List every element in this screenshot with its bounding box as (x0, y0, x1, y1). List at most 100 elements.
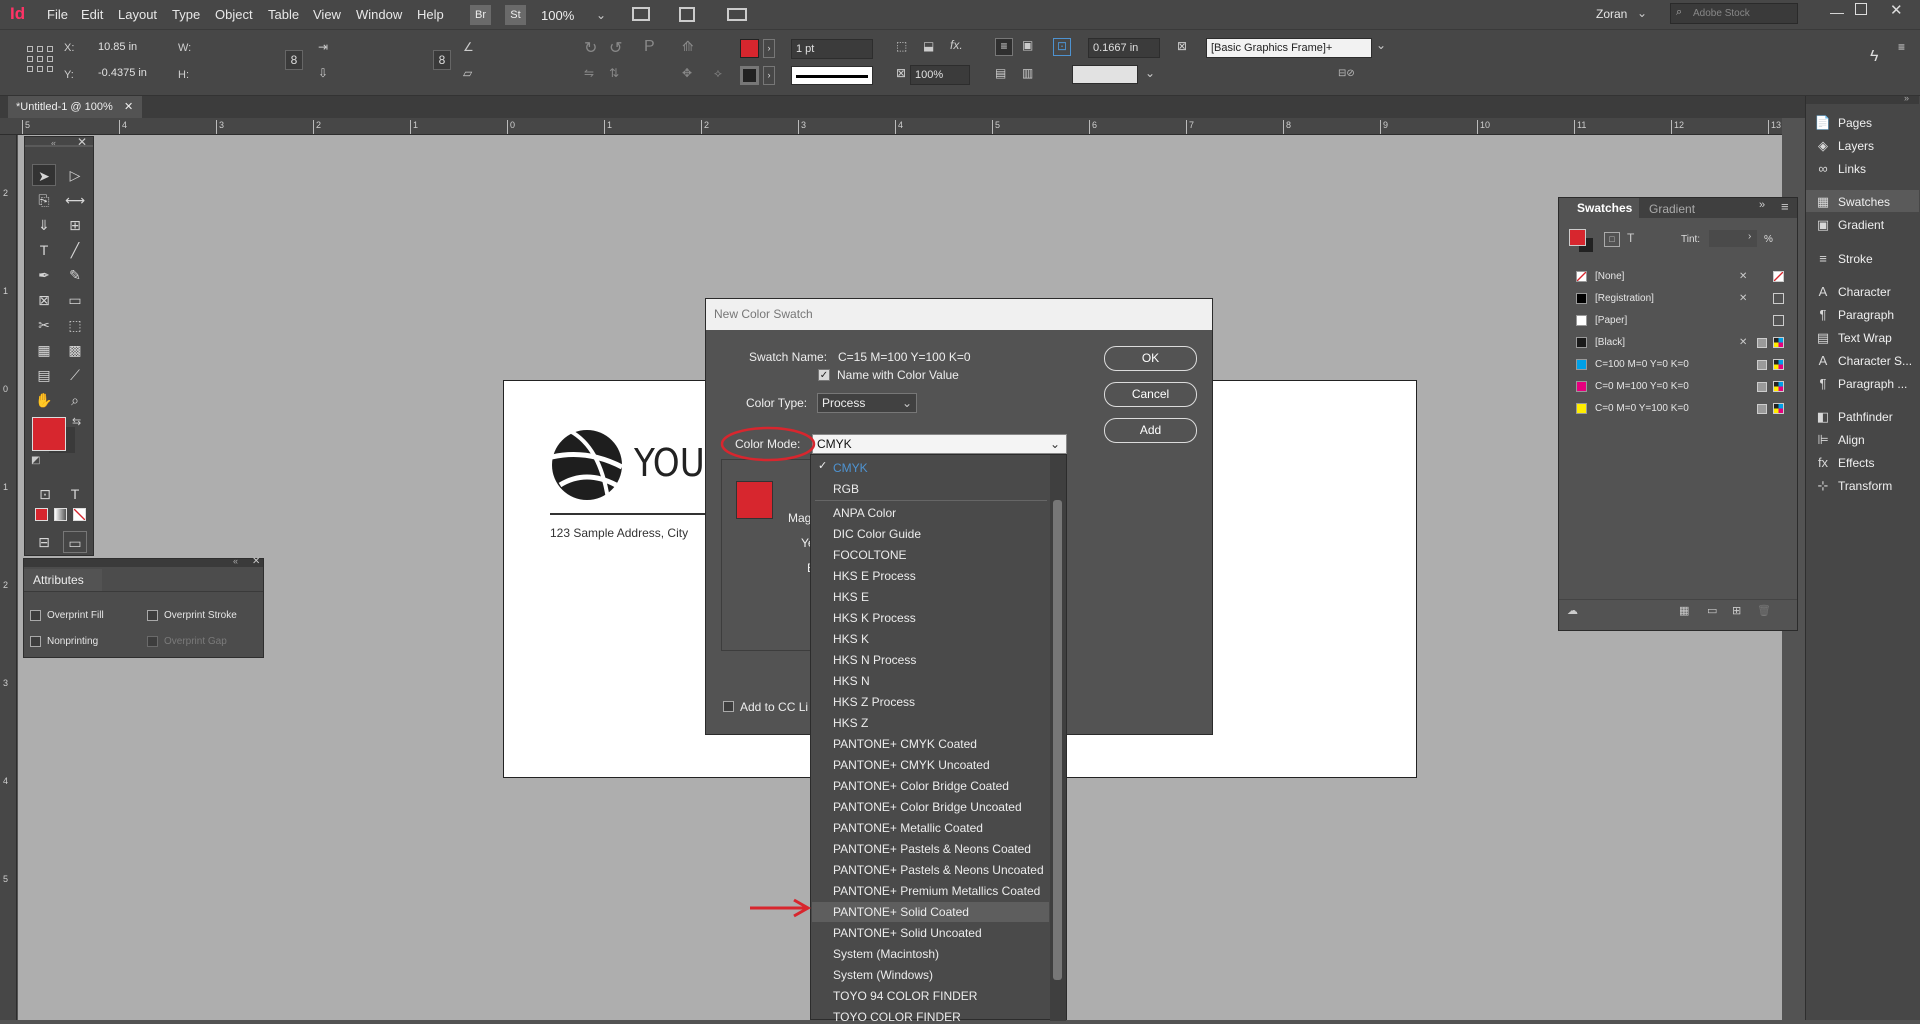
normal-view-icon[interactable]: ⊟ (32, 531, 56, 553)
selection-tool-icon[interactable]: ➤ (32, 164, 56, 186)
opacity-field[interactable]: 100% (910, 65, 970, 85)
menu-table[interactable]: Table (268, 7, 299, 22)
scale-x-field[interactable] (338, 38, 422, 58)
mode-item[interactable]: PANTONE+ Premium Metallics Coated (833, 884, 1040, 898)
mode-item[interactable]: PANTONE+ Color Bridge Coated (833, 779, 1009, 793)
mode-item-cmyk[interactable]: CMYK (833, 461, 868, 475)
mode-item[interactable]: TOYO 94 COLOR FINDER (833, 989, 977, 1003)
view-options-icon[interactable] (632, 7, 650, 21)
chevron-down-icon[interactable]: ⌄ (1637, 6, 1647, 20)
auto-fit-icon[interactable]: ⬚ (896, 39, 907, 53)
dock-item-label[interactable]: Paragraph (1838, 308, 1894, 322)
swatch-row[interactable]: C=0 M=0 Y=100 K=0 (1573, 400, 1799, 418)
attributes-tab[interactable]: Attributes (24, 569, 102, 591)
swatch-row[interactable]: [Registration] ✕ (1573, 290, 1799, 308)
note-tool-icon[interactable]: ▤ (32, 364, 56, 386)
zoom-tool-icon[interactable]: ⌕ (63, 389, 87, 411)
hand-tool-icon[interactable]: ✋ (32, 389, 56, 411)
flip-vertical-icon[interactable]: ⇅ (609, 66, 619, 80)
default-colors-icon[interactable]: ◩ (31, 455, 40, 466)
close-tab-icon[interactable]: ✕ (124, 96, 133, 118)
apply-none-icon[interactable] (73, 508, 86, 521)
mode-item[interactable]: System (Windows) (833, 968, 933, 982)
x-field[interactable]: 10.85 in (94, 38, 166, 58)
corner-offset-field[interactable]: 0.1667 in (1088, 38, 1160, 58)
formatting-text-icon[interactable]: T (1627, 231, 1634, 245)
cancel-button[interactable]: Cancel (1104, 382, 1197, 407)
dock-item-label[interactable]: Paragraph ... (1838, 377, 1907, 391)
overprint-stroke-checkbox[interactable] (147, 610, 158, 621)
wrap-shape-icon[interactable]: ▤ (995, 66, 1006, 80)
select-container-icon[interactable]: P (644, 38, 655, 56)
chevron-down-icon[interactable]: ⌄ (1376, 38, 1386, 52)
line-tool-icon[interactable]: ╱ (63, 239, 87, 261)
lightning-icon[interactable]: ϟ (1870, 48, 1878, 66)
formatting-text-icon[interactable]: T (63, 483, 87, 505)
ok-button[interactable]: OK (1104, 346, 1197, 371)
collapse-icon[interactable]: » (1904, 93, 1909, 103)
free-transform-tool-icon[interactable]: ⬚ (63, 314, 87, 336)
menu-window[interactable]: Window (356, 7, 402, 22)
menu-type[interactable]: Type (172, 7, 200, 22)
frame-fitting-icon[interactable]: ⊡ (1053, 38, 1071, 56)
mode-item[interactable]: HKS Z (833, 716, 868, 730)
mode-item[interactable]: PANTONE+ Color Bridge Uncoated (833, 800, 1022, 814)
scissors-tool-icon[interactable]: ✂ (32, 314, 56, 336)
minimize-icon[interactable]: — (1830, 4, 1844, 20)
eyedropper-tool-icon[interactable]: ⟋ (63, 364, 87, 386)
dock-item-label[interactable]: Stroke (1838, 252, 1873, 266)
chevron-down-icon[interactable]: ⌄ (1145, 66, 1155, 80)
mode-item[interactable]: PANTONE+ Metallic Coated (833, 821, 983, 835)
flip-horizontal-icon[interactable]: ⇋ (584, 66, 594, 80)
fill-proxy[interactable] (1569, 229, 1586, 246)
dock-item-label[interactable]: Pathfinder (1838, 410, 1893, 424)
swatch-row[interactable]: C=0 M=100 Y=0 K=0 (1573, 378, 1799, 396)
close-icon[interactable]: ✕ (1890, 1, 1903, 19)
swatch-row[interactable]: C=100 M=0 Y=0 K=0 (1573, 356, 1799, 374)
panel-menu-icon[interactable]: ≡ (1781, 199, 1789, 214)
bridge-button[interactable]: Br (470, 5, 491, 25)
dock-item-label[interactable]: Layers (1838, 139, 1874, 153)
document-tab[interactable]: *Untitled-1 @ 100% ✕ (8, 96, 142, 118)
constrain-proportions-icon[interactable]: 8 (285, 50, 303, 70)
content-placer-icon[interactable]: ⊞ (63, 214, 87, 236)
shear-field[interactable] (480, 64, 564, 84)
w-field[interactable] (196, 38, 266, 58)
overprint-fill-checkbox[interactable] (30, 610, 41, 621)
scale-y-field[interactable] (338, 64, 422, 84)
chevron-right-icon[interactable]: › (1748, 231, 1751, 242)
direct-selection-tool-icon[interactable]: ▷ (63, 164, 87, 186)
chevron-right-icon[interactable]: › (763, 39, 775, 58)
dock-item-label[interactable]: Links (1838, 162, 1866, 176)
mode-item[interactable]: PANTONE+ Pastels & Neons Coated (833, 842, 1031, 856)
mode-item[interactable]: DIC Color Guide (833, 527, 921, 541)
menu-object[interactable]: Object (215, 7, 253, 22)
preview-mode-icon[interactable]: ▭ (63, 531, 87, 553)
tab-swatches[interactable]: Swatches (1559, 198, 1639, 218)
new-swatch-icon[interactable]: ⊞ (1732, 604, 1741, 617)
fx-icon[interactable]: fx. (950, 38, 963, 52)
stroke-color-swatch[interactable] (740, 66, 759, 85)
mode-item[interactable]: ANPA Color (833, 506, 896, 520)
mode-item[interactable]: HKS N Process (833, 653, 916, 667)
y-field[interactable]: -0.4375 in (94, 64, 166, 84)
rotate-ccw-icon[interactable]: ↺ (609, 38, 622, 58)
h-field[interactable] (196, 64, 266, 84)
collapse-icon[interactable]: » (1759, 199, 1765, 211)
content-collector-icon[interactable]: ⇓ (32, 214, 56, 236)
mode-item[interactable]: PANTONE+ Solid Uncoated (833, 926, 982, 940)
formatting-container-icon[interactable]: □ (1604, 232, 1620, 247)
mode-item[interactable]: HKS Z Process (833, 695, 915, 709)
screen-mode-icon[interactable] (679, 7, 695, 22)
nonprinting-checkbox[interactable] (30, 636, 41, 647)
swatch-row[interactable]: [Paper] (1573, 312, 1799, 330)
chevron-down-icon[interactable]: ⌄ (596, 8, 606, 22)
gap-tool-icon[interactable]: ⟷ (63, 189, 87, 211)
fill-color-swatch[interactable] (740, 39, 759, 58)
pen-tool-icon[interactable]: ✒ (32, 264, 56, 286)
clear-overrides-icon[interactable]: ⊟⊘ (1338, 68, 1355, 79)
mode-item-rgb[interactable]: RGB (833, 482, 859, 496)
chevron-right-icon[interactable]: › (763, 66, 775, 85)
add-button[interactable]: Add (1104, 418, 1197, 443)
panel-menu-icon[interactable]: ≡ (1898, 40, 1905, 54)
